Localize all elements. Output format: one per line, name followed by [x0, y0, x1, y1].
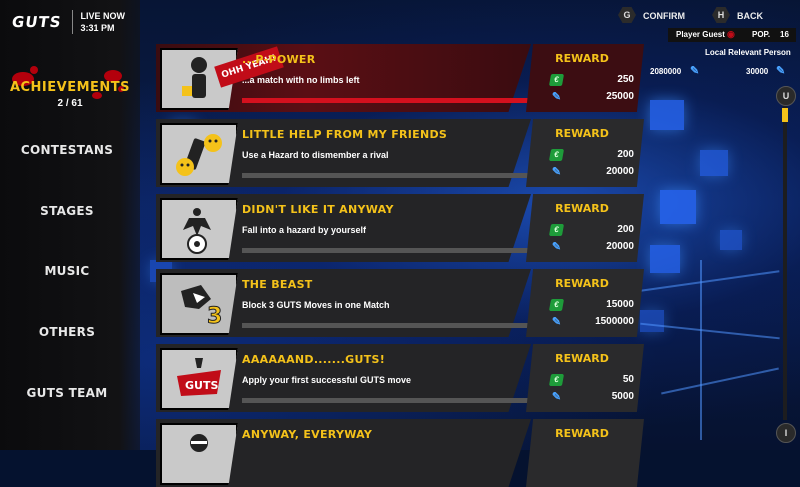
svg-text:3: 3 [207, 304, 222, 329]
reward-xp: ✎ 20000 [550, 241, 640, 255]
back-button[interactable]: BACK [737, 11, 763, 21]
xp-icon: ✎ [690, 65, 700, 77]
achievement-icon-box [160, 123, 238, 185]
reward-xp-value: 20000 [606, 241, 634, 252]
scroll-down-button[interactable]: I [776, 423, 796, 443]
reward-xp-value: 1500000 [595, 316, 634, 327]
achievement-row[interactable]: LITTLE HELP FROM MY FRIENDS Use a Hazard… [156, 119, 646, 187]
header-logo-row: GUTS LIVE NOW 3:31 PM [10, 10, 126, 34]
reward-cash: € 200 [548, 149, 640, 163]
achievement-description: Apply your first successful GUTS move [242, 375, 412, 385]
achievement-name: ANYWAY, EVERYWAY [242, 428, 373, 441]
saw-hazard-icon [162, 200, 236, 258]
sidebar-item-music[interactable]: MUSIC [0, 264, 134, 278]
reward-panel: REWARD € 200 ✎ 20000 [526, 194, 644, 262]
achievement-icon-box: GUTS [160, 348, 238, 410]
achievement-progress-bar [242, 398, 534, 403]
person-stat-right: 30000 [746, 67, 769, 76]
reward-cash-value: 200 [617, 224, 634, 235]
achievement-row[interactable]: OHH YEAH! ...P-POWER ...a match with no … [156, 44, 646, 112]
achievement-row[interactable]: ANYWAY, EVERYWAY REWARD [156, 419, 646, 487]
svg-text:GUTS: GUTS [185, 379, 218, 392]
reward-cash-value: 200 [617, 149, 634, 160]
reward-xp: ✎ 25000 [550, 91, 640, 105]
achievement-icon-box [160, 198, 238, 260]
live-label: LIVE NOW [80, 11, 126, 21]
reward-cash: € 250 [548, 74, 640, 88]
masked-figure-icon [162, 425, 236, 483]
achievement-description: Block 3 GUTS Moves in one Match [242, 300, 390, 310]
achievement-progress-bar [242, 98, 534, 103]
sidebar: GUTS LIVE NOW 3:31 PM ACHIEVEMENTS 2 / 6… [0, 0, 140, 450]
progress-fill [242, 98, 534, 103]
game-logo: GUTS [10, 13, 63, 31]
reward-title: REWARD [555, 127, 609, 140]
reward-xp: ✎ 1500000 [550, 316, 640, 330]
reward-xp-value: 5000 [611, 391, 634, 402]
achievement-row[interactable]: 3 THE BEAST Block 3 GUTS Moves in one Ma… [156, 269, 646, 337]
reward-xp: ✎ 5000 [550, 391, 640, 405]
achievement-row[interactable]: DIDN'T LIKE IT ANYWAY Fall into a hazard… [156, 194, 646, 262]
xp-icon: ✎ [776, 65, 786, 77]
pop-label: POP. [752, 30, 771, 39]
local-person-label: Local Relevant Person [705, 48, 791, 57]
achievement-name: ...P-POWER [242, 53, 316, 66]
achievement-name: LITTLE HELP FROM MY FRIENDS [242, 128, 448, 141]
achievement-progress-bar [242, 173, 534, 178]
reward-cash: € 200 [548, 224, 640, 238]
reward-title: REWARD [555, 277, 609, 290]
reward-panel: REWARD [526, 419, 644, 487]
scrollbar-thumb[interactable] [782, 108, 788, 122]
clock-time: 3:31 PM [80, 23, 115, 33]
confirm-button[interactable]: CONFIRM [643, 11, 685, 21]
reward-panel: REWARD € 250 ✎ 25000 [526, 44, 644, 112]
sidebar-item-others[interactable]: OTHERS [0, 325, 134, 339]
achievement-row[interactable]: GUTS AAAAAAND.......GUTS! Apply your fir… [156, 344, 646, 412]
beast-block-icon: 3 [162, 275, 236, 333]
achievement-progress-bar [242, 248, 534, 253]
reward-cash-value: 15000 [606, 299, 634, 310]
achievement-description: Use a Hazard to dismember a rival [242, 150, 389, 160]
achievement-name: THE BEAST [242, 278, 313, 291]
reward-cash-value: 50 [622, 374, 634, 385]
sidebar-item-contestans[interactable]: CONTESTANS [0, 143, 134, 157]
achievement-description: ...a match with no limbs left [242, 75, 360, 85]
achievement-description: Fall into a hazard by yourself [242, 225, 367, 235]
header-divider [71, 10, 73, 34]
reward-panel: REWARD € 50 ✎ 5000 [526, 344, 644, 412]
pop-value: 16 [780, 30, 789, 39]
reward-cash-value: 250 [617, 74, 634, 85]
reward-cash: € 50 [548, 374, 640, 388]
reward-cash: € 15000 [548, 299, 640, 313]
reward-panel: REWARD € 15000 ✎ 1500000 [526, 269, 644, 337]
achievement-icon-box: 3 [160, 273, 238, 335]
achievements-count: 2 / 61 [57, 98, 83, 109]
sidebar-item-achievements[interactable]: ACHIEVEMENTS [0, 80, 140, 95]
achievement-name: DIDN'T LIKE IT ANYWAY [242, 203, 394, 216]
achievement-name: AAAAAAND.......GUTS! [242, 353, 386, 366]
reward-title: REWARD [555, 352, 609, 365]
reward-xp-value: 25000 [606, 91, 634, 102]
sidebar-item-guts-team[interactable]: GUTS TEAM [0, 386, 134, 400]
scrollbar-track[interactable] [783, 96, 787, 420]
reward-title: REWARD [555, 427, 609, 440]
achievement-icon-box [160, 423, 238, 485]
reward-xp-value: 20000 [606, 166, 634, 177]
controller-icon: ◉ [727, 29, 735, 39]
achievement-progress-bar [242, 323, 534, 328]
player-info-bar: Player Guest ◉ POP. 16 [668, 28, 796, 42]
person-stat-left: 2080000 [650, 67, 682, 76]
friends-hazard-icon [162, 125, 236, 183]
scroll-up-button[interactable]: U [776, 86, 796, 106]
reward-xp: ✎ 20000 [550, 166, 640, 180]
reward-panel: REWARD € 200 ✎ 20000 [526, 119, 644, 187]
reward-title: REWARD [555, 202, 609, 215]
player-name: Player Guest [676, 30, 725, 39]
sidebar-item-stages[interactable]: STAGES [0, 204, 134, 218]
guts-move-icon: GUTS [162, 350, 236, 408]
reward-title: REWARD [555, 52, 609, 65]
live-status: LIVE NOW 3:31 PM [81, 10, 126, 34]
